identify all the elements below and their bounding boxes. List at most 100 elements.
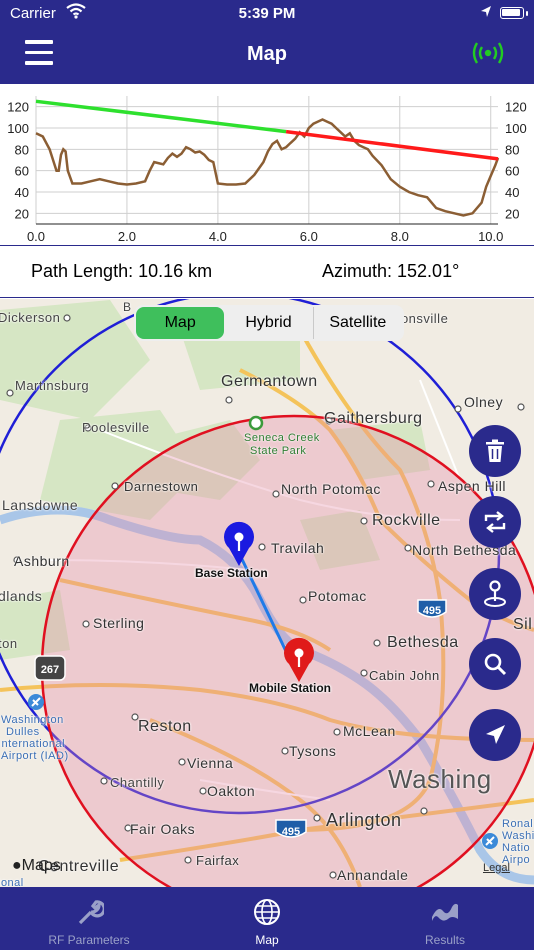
label-lansdowne: Lansdowne <box>2 497 79 513</box>
label-reston: Reston <box>138 718 192 735</box>
label-sil: Sil <box>513 616 533 633</box>
y-tick-label-right: 80 <box>505 142 519 157</box>
airport-icon <box>28 694 44 710</box>
label-ton: ton <box>0 636 18 651</box>
label-aspen-hill: Aspen Hill <box>438 478 507 494</box>
label-olney: Olney <box>464 394 504 410</box>
label-chantilly: Chantilly <box>110 775 165 790</box>
battery-tip <box>526 11 528 16</box>
line-of-sight-clear-line <box>35 99 287 134</box>
label-ional: ional <box>0 877 24 887</box>
y-tick-label-right: 40 <box>505 185 519 200</box>
svg-text:495: 495 <box>423 605 441 617</box>
park-poi-icon <box>248 415 264 431</box>
wrench-icon <box>78 900 104 925</box>
y-tick-label-right: 120 <box>505 100 527 115</box>
swap-icon <box>484 511 506 533</box>
label-darnestown: Darnestown <box>124 479 199 494</box>
label-potomac: Potomac <box>308 588 367 604</box>
current-location-button[interactable] <box>469 709 521 761</box>
place-pin-icon <box>484 580 506 607</box>
label-germantown: Germantown <box>221 373 318 390</box>
search-button[interactable] <box>469 638 521 690</box>
navigation-header: Carrier 5:39 PM Map <box>0 0 534 84</box>
y-tick-label-left: 80 <box>15 142 29 157</box>
x-tick-label: 8.0 <box>391 229 409 244</box>
tab-results[interactable]: Results <box>356 887 534 950</box>
swap-stations-button[interactable] <box>469 496 521 548</box>
map-view[interactable]: 495 495 267 Dickerson Germantown Martins… <box>0 299 534 887</box>
label-tysons: Tysons <box>289 743 337 759</box>
label-dickerson: Dickerson <box>0 310 61 325</box>
label-martinsburg: Martinsburg <box>15 378 90 393</box>
navigation-arrow-icon <box>486 725 505 744</box>
label-annandale: Annandale <box>337 867 409 883</box>
maps-attribution: ●Maps <box>12 857 61 875</box>
chart-svg: 0.0 2.0 4.0 6.0 8.0 10.020 2040 4060 6080 80100 10… <box>7 96 527 244</box>
label-washington-dulles-4: Airport (IAD) <box>1 750 69 762</box>
label-mclean: McLean <box>343 723 396 739</box>
svg-text:267: 267 <box>41 664 59 676</box>
label-state-park: State Park <box>250 445 307 457</box>
y-tick-label-left: 20 <box>15 206 29 221</box>
battery-icon <box>500 7 524 19</box>
label-ronal-3: Natio <box>502 842 531 854</box>
label-ronal-1: Ronal <box>502 818 534 830</box>
airport-icon-east <box>482 833 498 849</box>
tab-bar: RF Parameters Map Results <box>0 887 534 950</box>
x-tick-label: 4.0 <box>209 229 227 244</box>
x-tick-label: 2.0 <box>118 229 136 244</box>
label-ronal-2: Washi <box>502 830 534 842</box>
segment-map[interactable]: Map <box>136 307 225 339</box>
path-info-row: Path Length: 10.16 km Azimuth: 152.01° <box>0 246 534 298</box>
shield-495-south: 495 <box>275 819 307 838</box>
label-dlands: dlands <box>0 588 43 604</box>
label-washington-dulles-3: International <box>0 738 66 750</box>
y-tick-label-right: 60 <box>505 164 519 179</box>
shield-495-north: 495 <box>417 599 447 618</box>
segment-satellite[interactable]: Satellite <box>312 307 402 339</box>
delete-button[interactable] <box>469 425 521 477</box>
y-tick-label-left: 120 <box>7 100 29 115</box>
broadcast-signal-icon[interactable] <box>468 38 508 68</box>
base-station-label: Base Station <box>195 566 268 580</box>
mobile-station-label: Mobile Station <box>249 681 331 695</box>
mobile-station-marker[interactable] <box>279 634 319 684</box>
place-pin-button[interactable] <box>469 568 521 620</box>
x-tick-label: 0.0 <box>27 229 45 244</box>
svg-text:495: 495 <box>282 826 300 838</box>
map-type-segmented-control[interactable]: Map Hybrid Satellite <box>134 305 404 341</box>
label-oakton: Oakton <box>207 783 256 799</box>
apple-logo-icon: ● <box>12 857 22 874</box>
y-tick-label-right: 100 <box>505 121 527 136</box>
terrain-line <box>35 118 500 217</box>
base-station-marker[interactable] <box>219 518 259 568</box>
segment-hybrid[interactable]: Hybrid <box>224 307 312 339</box>
label-washington-dulles-2: Dulles <box>6 726 40 738</box>
tab-map[interactable]: Map <box>178 887 356 950</box>
line-of-sight-obstructed-line <box>285 129 499 161</box>
tab-label: Map <box>255 933 279 947</box>
azimuth-label: Azimuth: 152.01° <box>322 261 460 281</box>
tab-label: RF Parameters <box>48 933 130 947</box>
path-length-label: Path Length: 10.16 km <box>31 261 213 281</box>
label-travilah: Travilah <box>271 540 325 556</box>
location-services-icon <box>481 6 491 17</box>
legal-link[interactable]: Legal <box>483 862 510 874</box>
elevation-profile-chart: 0.0 2.0 4.0 6.0 8.0 10.0 20 20 40 40 60 60 80 80 100 10… <box>0 84 534 246</box>
label-gaithersburg: Gaithersburg <box>324 410 423 427</box>
chart-line-icon <box>432 903 458 921</box>
shield-267: 267 <box>34 655 66 681</box>
trash-icon <box>486 439 504 462</box>
y-tick-label-left: 100 <box>7 121 29 136</box>
label-vienna: Vienna <box>187 755 234 771</box>
label-b: B <box>123 300 132 314</box>
tab-rf-parameters[interactable]: RF Parameters <box>0 887 178 950</box>
label-seneca-creek: Seneca Creek <box>244 432 320 444</box>
page-title: Map <box>247 43 287 65</box>
label-poolesville: Poolesville <box>82 420 150 435</box>
maps-brand-label: Maps <box>21 857 61 874</box>
label-ashburn: Ashburn <box>14 553 70 569</box>
tab-label: Results <box>424 933 465 947</box>
x-tick-label: 6.0 <box>300 229 318 244</box>
